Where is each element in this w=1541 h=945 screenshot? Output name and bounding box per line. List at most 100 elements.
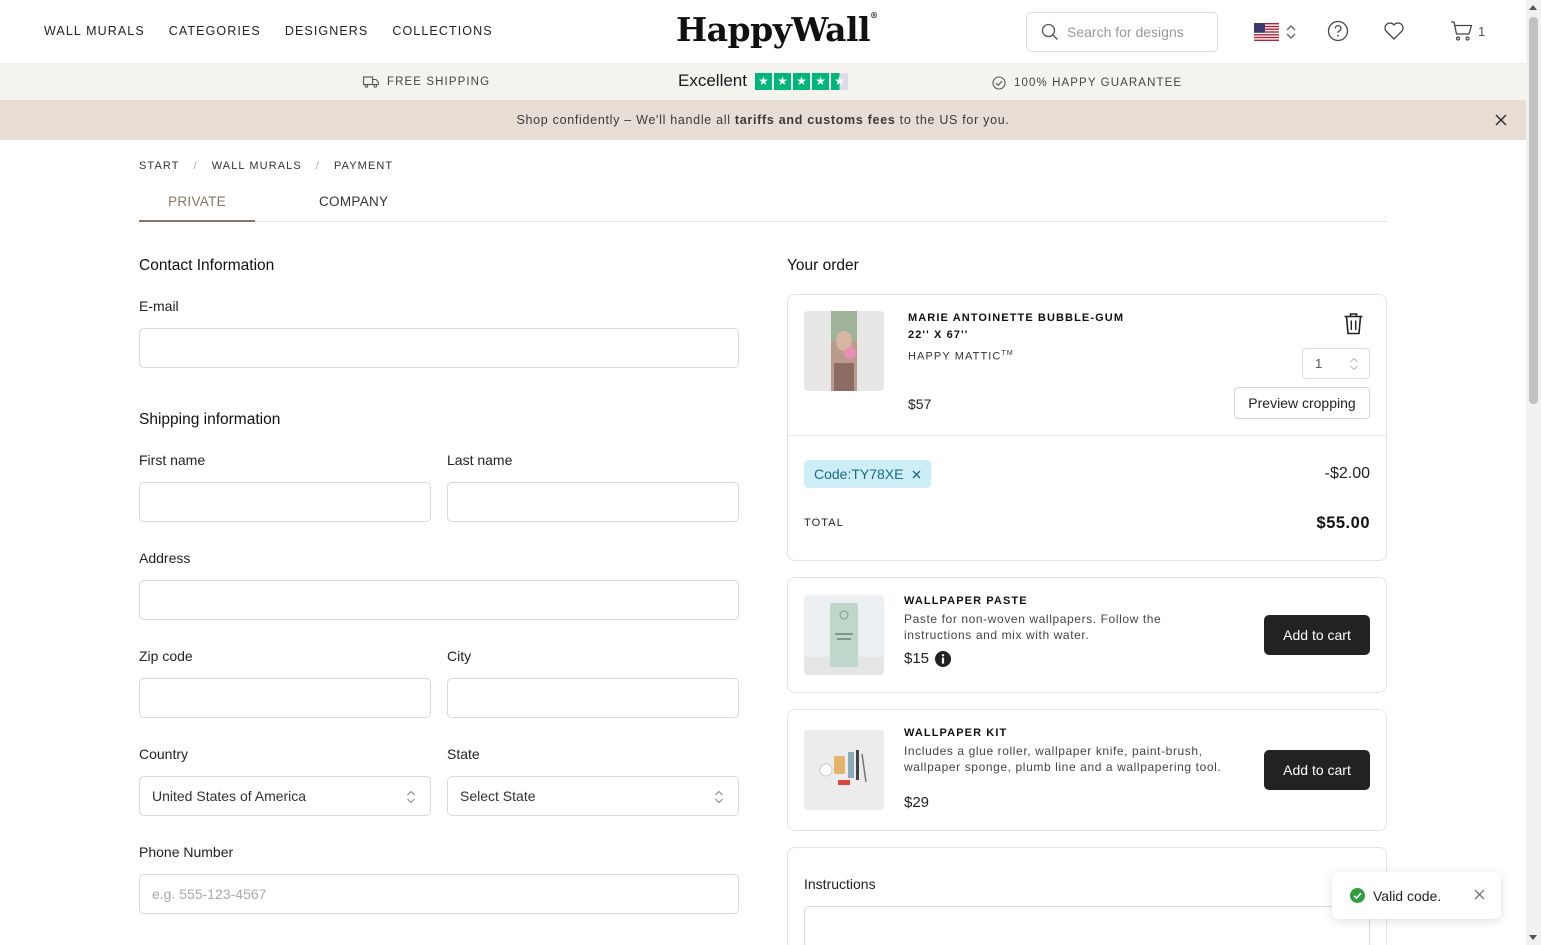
toast-notification: Valid code. [1332,872,1501,919]
paste-image [804,595,884,675]
breadcrumb-wall-murals[interactable]: WALL MURALS [212,160,302,172]
check-circle-icon [992,76,1006,90]
scroll-down-arrow[interactable] [1529,935,1537,940]
order-item-price: $57 [908,396,932,412]
search-input[interactable] [1067,24,1207,40]
tab-private[interactable]: PRIVATE [139,194,255,222]
email-label: E-mail [139,298,179,314]
order-divider [788,435,1386,436]
add-kit-button[interactable]: Add to cart [1264,750,1370,790]
cart-count[interactable]: 1 [1478,24,1485,39]
logo-registered: ® [870,10,878,20]
site-logo[interactable]: HappyWall® [676,10,878,49]
help-icon[interactable] [1327,20,1349,42]
check-circle-icon [1350,888,1365,903]
material-name: HAPPY MATTIC [908,350,1002,363]
promo-text: Shop confidently – We'll handle all tari… [516,113,1009,127]
info-icon[interactable] [935,651,951,667]
country-value: United States of America [152,788,307,804]
search-box[interactable] [1026,12,1218,52]
city-label: City [447,648,472,664]
promo-text-end: to the US for you. [895,113,1010,127]
close-icon[interactable] [1495,114,1507,126]
addon-price-kit: $29 [904,794,930,811]
guarantee-text: 100% HAPPY GUARANTEE [1014,77,1183,89]
addon-name-kit: WALLPAPER KIT [904,727,1008,739]
order-item-name: MARIE ANTOINETTE BUBBLE-GUM [908,312,1125,324]
quantity-value: 1 [1315,356,1323,371]
nav-designers[interactable]: DESIGNERS [285,24,369,38]
instructions-textarea[interactable] [804,906,1370,945]
email-field[interactable] [139,328,739,368]
address-label: Address [139,550,191,566]
zip-field[interactable] [139,678,431,718]
star-icon: ★ [792,72,810,90]
state-value: Select State [460,788,536,804]
phone-field[interactable] [139,874,739,914]
star-half-icon: ★ [830,72,848,90]
page-scrollbar[interactable] [1526,0,1541,945]
discount-code-label: Code:TY78XE [814,466,904,482]
scroll-up-arrow[interactable] [1529,5,1537,10]
free-shipping-text: FREE SHIPPING [387,76,491,88]
kit-image [804,730,884,810]
star-icon: ★ [811,72,829,90]
last-name-field[interactable] [447,482,739,522]
tab-company[interactable]: COMPANY [319,194,388,209]
total-label: TOTAL [804,517,844,529]
state-label: State [447,746,480,762]
preview-cropping-button[interactable]: Preview cropping [1234,387,1370,419]
city-field[interactable] [447,678,739,718]
trustpilot-rating[interactable]: Excellent ★ ★ ★ ★ ★ [678,71,848,91]
remove-code-icon[interactable] [912,470,921,479]
order-item-size: 22'' X 67'' [908,329,969,341]
first-name-field[interactable] [139,482,431,522]
mural-image [804,311,884,391]
kit-thumbnail [804,730,884,810]
us-flag-icon[interactable] [1254,23,1279,41]
material-trademark: TM [1001,350,1014,357]
promo-text-start: Shop confidently – We'll handle all [516,113,735,127]
breadcrumb-separator: / [193,160,198,172]
total-value: $55.00 [1316,514,1370,532]
main-nav: WALL MURALS CATEGORIES DESIGNERS COLLECT… [44,24,517,38]
chevron-updown-icon [407,790,415,804]
trash-icon[interactable] [1343,312,1364,335]
last-name-label: Last name [447,452,513,468]
add-paste-button[interactable]: Add to cart [1264,615,1370,655]
breadcrumb-payment: PAYMENT [334,160,394,172]
state-select[interactable]: Select State [447,776,739,816]
mural-thumbnail [804,311,884,391]
site-header: WALL MURALS CATEGORIES DESIGNERS COLLECT… [0,0,1526,64]
nav-categories[interactable]: CATEGORIES [169,24,261,38]
country-select[interactable]: United States of America [139,776,431,816]
order-item-material: HAPPY MATTICTM [908,350,1014,363]
first-name-label: First name [139,452,206,468]
breadcrumb: START / WALL MURALS / PAYMENT [139,160,393,172]
cart-icon[interactable] [1450,20,1474,42]
star-icon: ★ [773,72,791,90]
nav-collections[interactable]: COLLECTIONS [392,24,492,38]
quantity-stepper[interactable]: 1 [1302,348,1370,379]
breadcrumb-start[interactable]: START [139,160,180,172]
addon-desc-kit: Includes a glue roller, wallpaper knife,… [904,744,1222,774]
nav-wall-murals[interactable]: WALL MURALS [44,24,145,38]
discount-code-chip: Code:TY78XE [804,460,931,488]
addon-price-paste: $15 [904,650,930,667]
close-icon[interactable] [1474,889,1485,900]
chevron-updown-icon[interactable] [1349,356,1359,372]
addon-desc-paste: Paste for non-woven wallpapers. Follow t… [904,612,1162,642]
chevron-updown-icon[interactable] [1286,23,1296,41]
star-icon: ★ [754,72,772,90]
promo-banner: Shop confidently – We'll handle all tari… [0,100,1526,140]
address-field[interactable] [139,580,739,620]
heart-icon[interactable] [1383,20,1405,42]
happy-guarantee: 100% HAPPY GUARANTEE [992,76,1182,90]
scroll-thumb[interactable] [1529,17,1538,404]
contact-title: Contact Information [139,257,275,274]
free-shipping: FREE SHIPPING [363,76,490,88]
instructions-label: Instructions [804,876,876,892]
truck-icon [363,76,379,88]
country-label: Country [139,746,189,762]
trust-bar: FREE SHIPPING Excellent ★ ★ ★ ★ ★ 100% H… [0,64,1526,100]
